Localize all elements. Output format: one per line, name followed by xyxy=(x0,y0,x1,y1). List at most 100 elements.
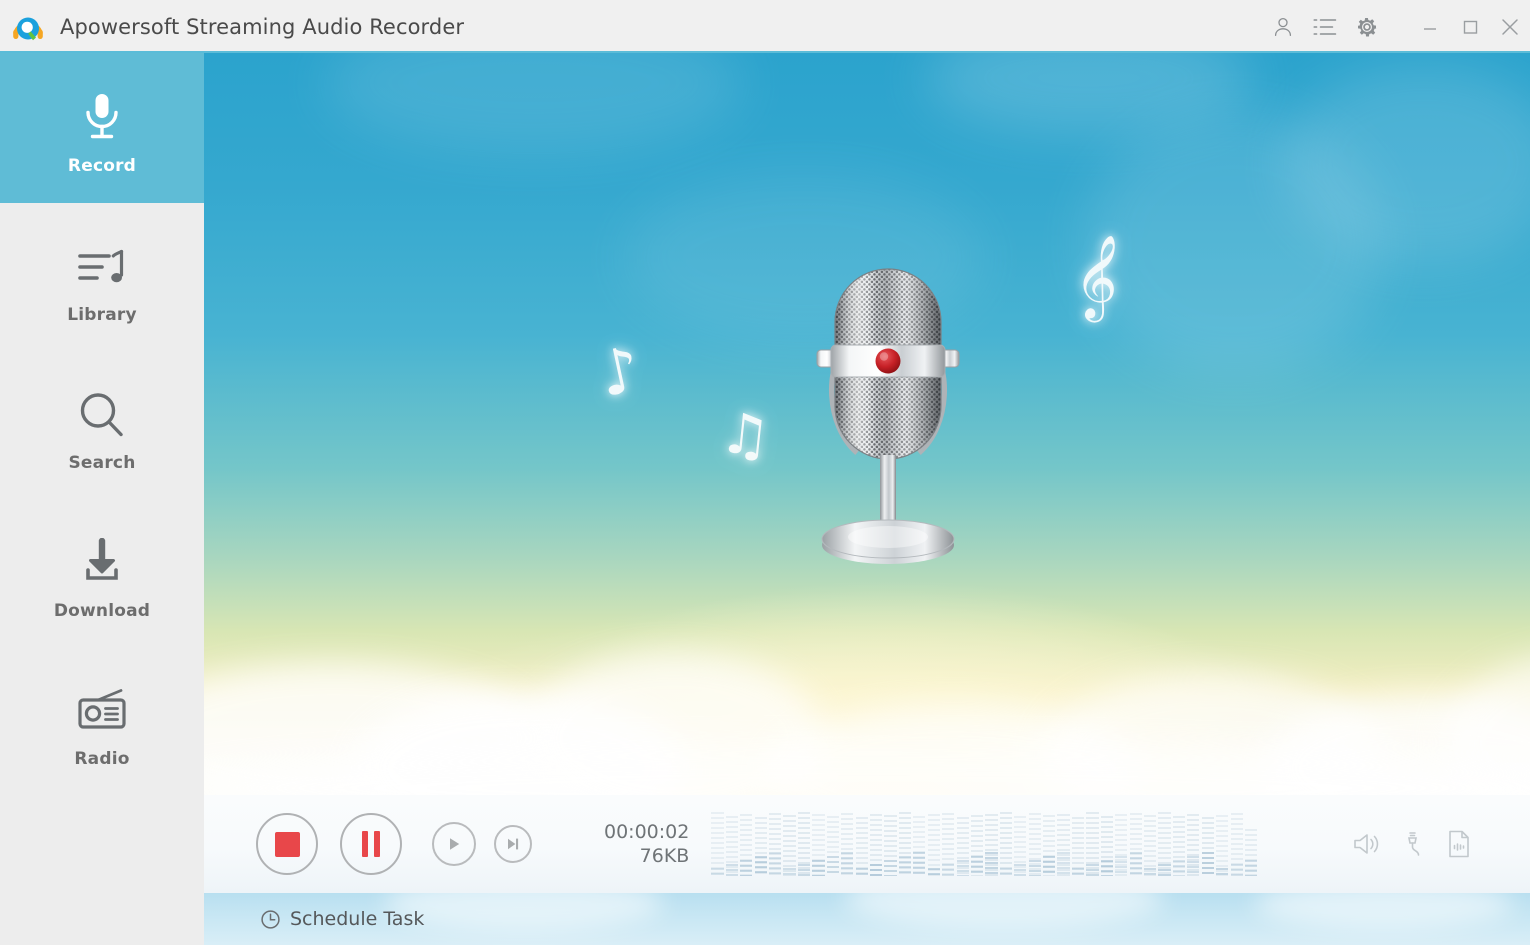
audio-level-visualizer xyxy=(711,808,1259,880)
visualizer-bar-peak xyxy=(1043,856,1056,876)
sidebar-item-label: Search xyxy=(68,452,136,473)
elapsed-time: 00:00:02 xyxy=(604,820,690,843)
speaker-volume-icon[interactable] xyxy=(1344,821,1390,867)
skip-next-icon xyxy=(508,838,519,850)
visualizer-bar xyxy=(711,812,724,876)
cloud-decoration xyxy=(324,53,744,153)
transport-control-bar: 00:00:02 76KB xyxy=(204,795,1530,893)
account-icon[interactable] xyxy=(1262,0,1304,53)
retro-microphone-illustration xyxy=(803,253,973,583)
schedule-task-label: Schedule Task xyxy=(290,908,425,930)
title-bar: Apowersoft Streaming Audio Recorder xyxy=(0,0,1530,53)
visualizer-bar-peak xyxy=(826,856,839,876)
sidebar: Record Library Search Download Radio xyxy=(0,53,204,945)
pause-button[interactable] xyxy=(340,813,402,875)
magnifier-icon xyxy=(77,378,127,440)
cloud-decoration xyxy=(844,893,1164,929)
visualizer-bar-peak xyxy=(884,860,897,876)
visualizer-bar-peak xyxy=(1158,864,1171,876)
visualizer-bar-peak xyxy=(985,852,998,876)
visualizer-bar-peak xyxy=(1244,860,1258,876)
play-button[interactable] xyxy=(432,822,476,866)
page-title: Apowersoft Streaming Audio Recorder xyxy=(60,14,465,39)
visualizer-bar-peak xyxy=(1028,860,1041,876)
visualizer-bar-peak xyxy=(1201,852,1214,876)
close-button[interactable] xyxy=(1490,0,1530,53)
audio-jack-icon[interactable] xyxy=(1390,821,1436,867)
visualizer-bar-peak xyxy=(725,864,738,876)
maximize-button[interactable] xyxy=(1450,0,1490,53)
file-size: 76KB xyxy=(639,845,690,867)
visualizer-bar-peak xyxy=(711,868,724,876)
radio-icon xyxy=(74,674,130,736)
visualizer-bar-peak xyxy=(1216,868,1229,876)
visualizer-bar-peak xyxy=(1014,864,1027,876)
visualizer-bar-peak xyxy=(1143,868,1157,876)
sidebar-item-label: Record xyxy=(67,155,137,176)
visualizer-bar-peak xyxy=(1057,852,1070,876)
visualizer-bar-peak xyxy=(1086,864,1099,876)
stage-background: 𝄞 ♪ ♫ xyxy=(204,53,1530,795)
visualizer-bar xyxy=(1216,815,1229,876)
visualizer-bar-peak xyxy=(970,856,984,876)
visualizer-bar-peak xyxy=(927,868,940,876)
titlebar-spacer xyxy=(1388,26,1410,27)
app-window: Apowersoft Streaming Audio Recorder Reco… xyxy=(0,0,1530,945)
visualizer-bar-peak xyxy=(1071,868,1085,876)
visualizer-bar-peak xyxy=(754,856,767,876)
sidebar-item-download[interactable]: Download xyxy=(0,499,204,647)
visualizer-bar xyxy=(783,815,796,876)
visualizer-bar-peak xyxy=(1100,860,1113,876)
visualizer-bar-peak xyxy=(740,860,753,876)
gear-icon[interactable] xyxy=(1346,0,1388,53)
sidebar-item-search[interactable]: Search xyxy=(0,351,204,499)
minimize-button[interactable] xyxy=(1410,0,1450,53)
visualizer-bar xyxy=(999,812,1012,876)
visualizer-bar-peak xyxy=(841,852,854,876)
visualizer-bar-peak xyxy=(1172,860,1186,876)
cloud-decoration xyxy=(384,893,664,931)
control-bar-actions xyxy=(1344,821,1530,867)
visualizer-bar-peak xyxy=(812,860,825,876)
titlebar-actions xyxy=(1262,0,1530,53)
visualizer-bar-peak xyxy=(1115,856,1128,876)
recording-stats: 00:00:02 76KB xyxy=(604,820,689,869)
footer-bar: Schedule Task xyxy=(204,893,1530,945)
visualizer-bar-peak xyxy=(769,852,782,876)
visualizer-bar-peak xyxy=(898,856,912,876)
visualizer-bar xyxy=(1143,815,1157,876)
schedule-task-button[interactable]: Schedule Task xyxy=(260,908,424,930)
visualizer-bar-peak xyxy=(783,868,796,876)
play-icon xyxy=(450,838,460,850)
visualizer-bar-peak xyxy=(855,868,868,876)
microphone-icon xyxy=(80,81,124,143)
visualizer-bar-peak xyxy=(797,864,811,876)
sidebar-item-radio[interactable]: Radio xyxy=(0,647,204,795)
sidebar-item-library[interactable]: Library xyxy=(0,203,204,351)
visualizer-bar-peak xyxy=(913,852,926,876)
visualizer-bar-peak xyxy=(999,868,1012,876)
next-button[interactable] xyxy=(494,825,532,863)
visualizer-bar-peak xyxy=(1129,852,1142,876)
beamed-eighth-notes: ♫ xyxy=(716,400,774,471)
sidebar-item-record[interactable]: Record xyxy=(0,53,204,203)
stop-button[interactable] xyxy=(256,813,318,875)
visualizer-bar-peak xyxy=(956,860,969,876)
playlist-icon xyxy=(76,230,128,292)
clock-icon xyxy=(261,909,280,929)
sidebar-item-label: Library xyxy=(67,304,137,325)
visualizer-bar-peak xyxy=(1230,864,1243,876)
audio-file-icon[interactable] xyxy=(1436,821,1482,867)
sidebar-item-label: Radio xyxy=(74,748,130,769)
download-icon xyxy=(76,526,128,588)
sidebar-item-label: Download xyxy=(53,600,151,621)
visualizer-bar xyxy=(927,814,940,876)
stop-icon xyxy=(274,831,300,857)
apowersoft-logo-icon xyxy=(10,9,46,45)
visualizer-bar-peak xyxy=(869,864,883,876)
list-icon[interactable] xyxy=(1304,0,1346,53)
visualizer-bar-peak xyxy=(942,864,955,876)
eighth-note: ♪ xyxy=(592,331,647,412)
pause-icon xyxy=(362,831,380,857)
visualizer-bar-peak xyxy=(1187,856,1200,876)
